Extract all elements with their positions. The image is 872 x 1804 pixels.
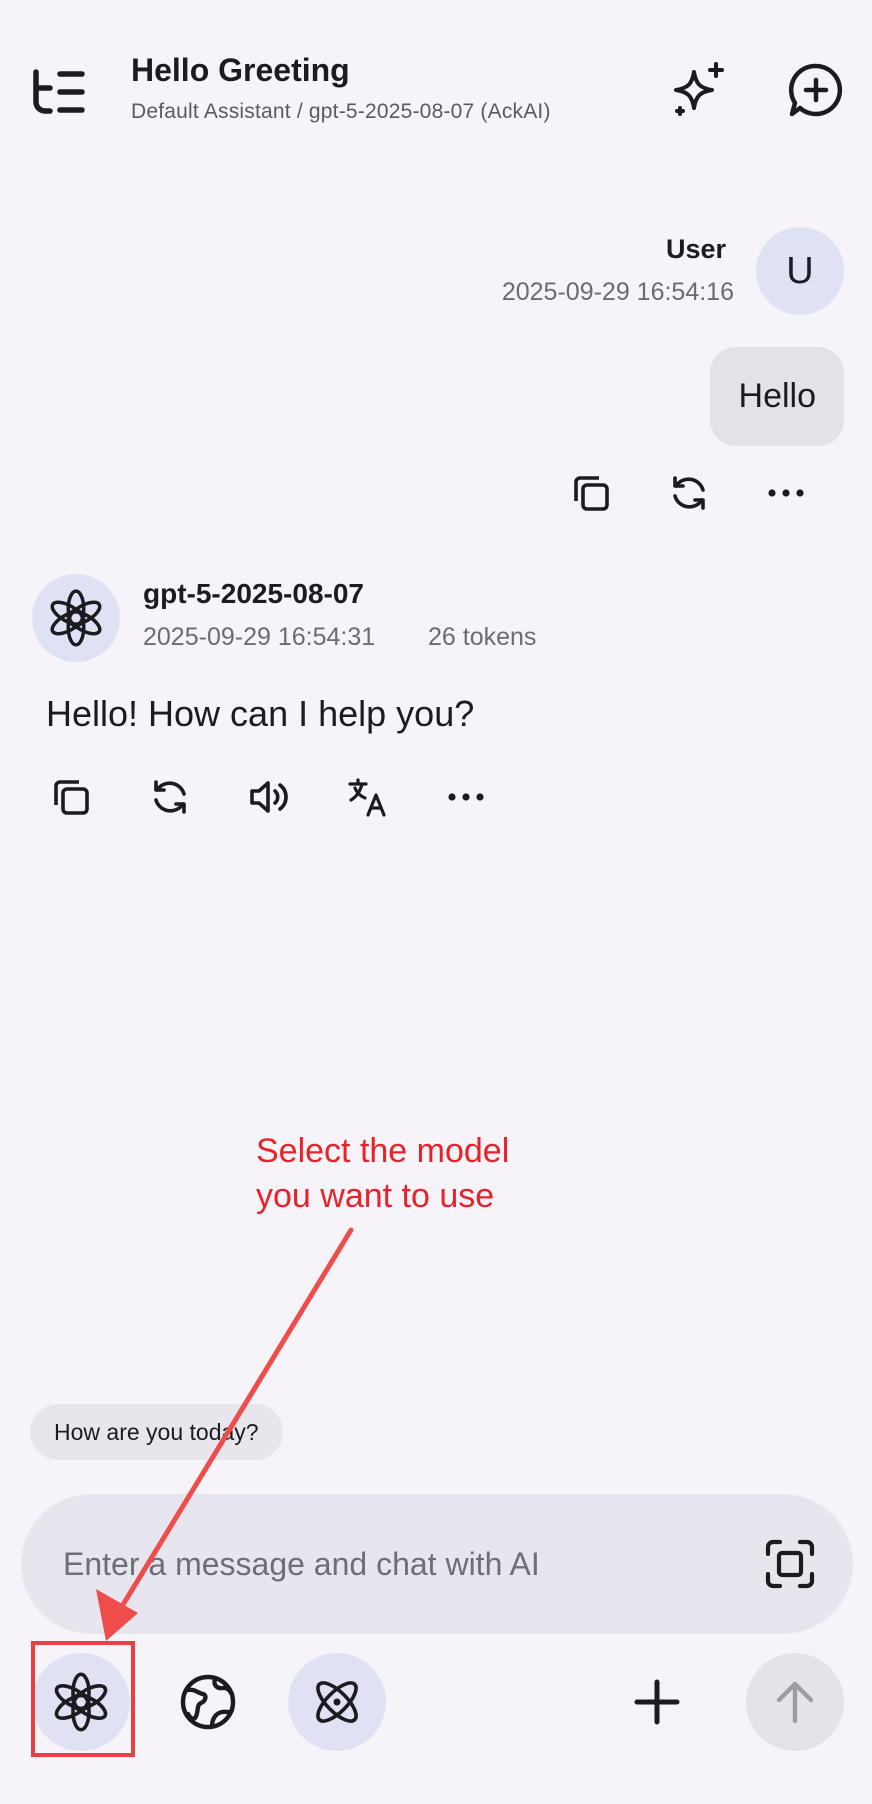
refresh-icon [154,780,186,814]
more-icon [768,489,804,497]
annotation-highlight-box [31,1641,135,1757]
assistant-message-timestamp: 2025-09-29 16:54:31 [143,623,376,651]
sparkle-button[interactable] [664,54,736,126]
copy-icon [574,476,609,511]
send-button[interactable] [746,1653,844,1751]
more-icon [448,793,484,801]
arrow-up-icon [776,1681,814,1724]
translate-button[interactable] [343,772,393,822]
user-more-button[interactable] [761,468,811,518]
user-author-name: User [665,234,726,264]
message-composer [21,1494,853,1634]
menu-icon [33,69,85,114]
annotation-callout: Select the model you want to use [256,1129,509,1219]
scan-button[interactable] [760,1534,820,1594]
globe-icon [180,1674,236,1730]
scan-icon [765,1539,815,1589]
assistant-model-name: gpt-5-2025-08-07 [143,578,364,609]
read-aloud-button[interactable] [244,772,294,822]
speaker-icon [250,781,288,813]
user-message-timestamp: 2025-09-29 16:54:16 [501,278,734,306]
assistant-message-text: Hello! How can I help you? [46,693,475,734]
annotation-line-2: you want to use [256,1177,495,1215]
refresh-icon [673,476,705,510]
menu-button[interactable] [22,56,94,128]
user-avatar: U [756,227,844,315]
add-attachment-button[interactable] [608,1653,706,1751]
suggestion-chip[interactable]: How are you today? [30,1404,283,1460]
user-resend-button[interactable] [664,468,714,518]
assistant-model-subtitle: Default Assistant / gpt-5-2025-08-07 (Ac… [131,100,551,123]
annotation-line-1: Select the model [256,1132,510,1170]
message-input[interactable] [63,1494,743,1634]
assistant-avatar [32,574,120,662]
openai-icon [50,589,102,647]
new-chat-icon [788,63,843,117]
sparkle-icon [674,62,724,116]
translate-icon [348,778,386,817]
copy-icon [54,780,89,815]
atom-icon [316,1681,358,1723]
new-chat-button[interactable] [780,54,852,126]
assistant-copy-button[interactable] [46,772,96,822]
assistant-more-button[interactable] [441,772,491,822]
page-title: Hello Greeting [131,52,350,88]
reasoning-toggle-button[interactable] [288,1653,386,1751]
web-search-button[interactable] [159,1653,257,1751]
user-message-bubble: Hello [709,347,844,446]
token-count: 26 tokens [428,623,537,651]
user-copy-button[interactable] [566,468,616,518]
plus-icon [634,1679,680,1725]
assistant-regenerate-button[interactable] [145,772,195,822]
